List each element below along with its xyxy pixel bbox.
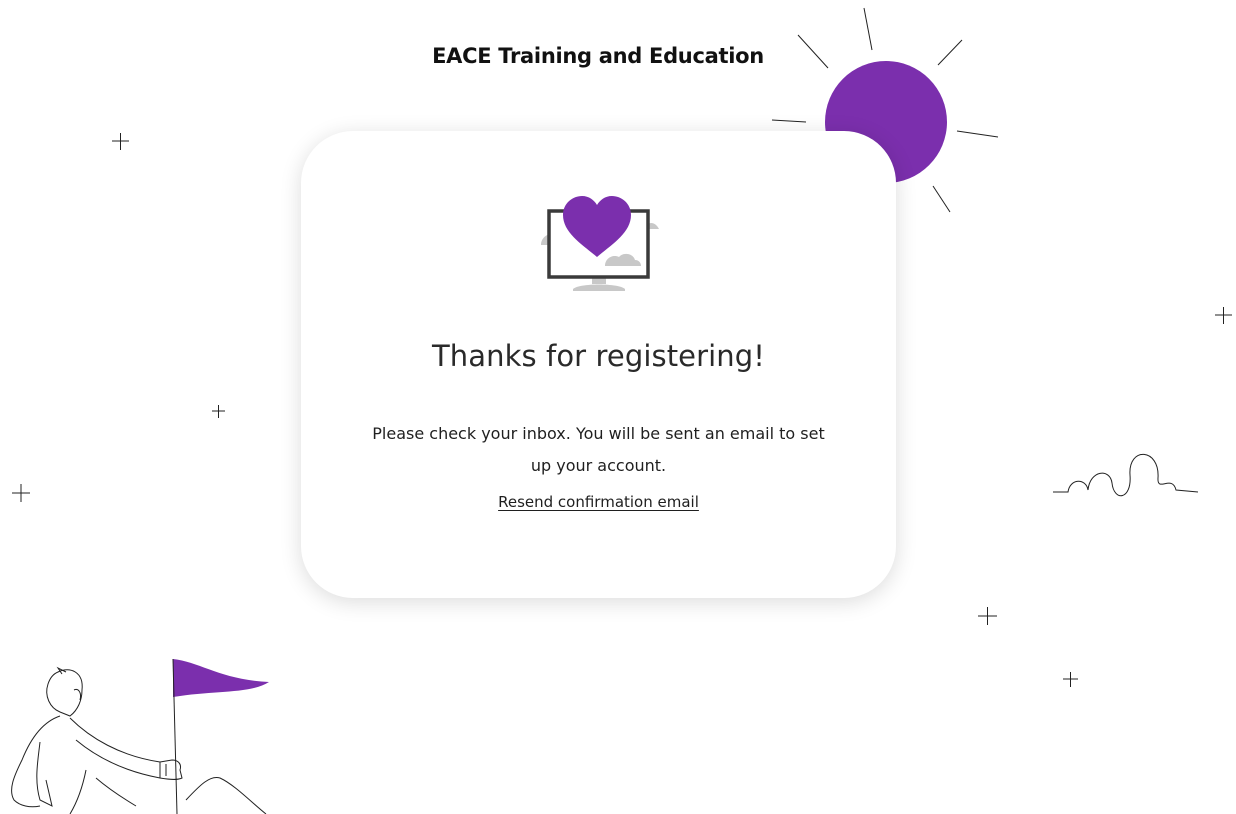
- squiggle-line: [1053, 453, 1199, 496]
- registration-confirmation-page: EACE Training and Education Thanks for r…: [0, 0, 1236, 814]
- site-title: EACE Training and Education: [432, 44, 764, 68]
- confirmation-heading: Thanks for registering!: [431, 339, 766, 373]
- confirmation-card: Thanks for registering! Please check you…: [301, 131, 896, 598]
- resend-confirmation-link[interactable]: Resend confirmation email: [498, 493, 699, 511]
- heart-monitor-icon: [541, 196, 659, 291]
- confirmation-message: Please check your inbox. You will be sen…: [372, 424, 825, 475]
- person-with-flag-illustration: [11, 658, 269, 814]
